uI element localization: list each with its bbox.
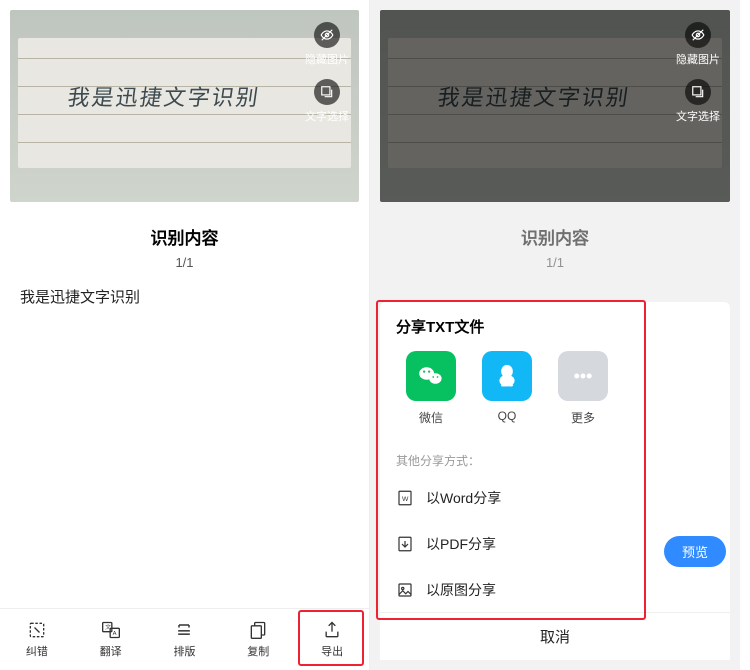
hide-image-button[interactable]: 隐藏图片	[676, 22, 720, 67]
tab-copy-label: 复制	[247, 643, 269, 659]
preview-button[interactable]: 预览	[664, 536, 726, 567]
tab-layout[interactable]: 排版	[148, 609, 222, 670]
tab-correct[interactable]: 纠错	[0, 609, 74, 670]
hide-image-label: 隐藏图片	[305, 51, 349, 67]
screen-right: 我是迅捷文字识别 隐藏图片 文字选择 识别内容 1/1 分享TXT文件	[370, 0, 740, 670]
tab-translate-label: 翻译	[100, 643, 122, 659]
paper-preview: 我是迅捷文字识别	[388, 38, 722, 168]
section-title: 识别内容	[0, 224, 369, 249]
correct-icon	[27, 620, 47, 640]
svg-text:文: 文	[105, 623, 111, 631]
tab-translate[interactable]: 文A 翻译	[74, 609, 148, 670]
tab-layout-label: 排版	[173, 643, 195, 659]
eye-off-icon	[685, 22, 711, 48]
text-select-label: 文字选择	[676, 108, 720, 124]
text-select-label: 文字选择	[305, 108, 349, 124]
copy-icon	[248, 620, 268, 640]
handwriting-text: 我是迅捷文字识别	[436, 80, 633, 112]
recognized-text: 我是迅捷文字识别	[0, 270, 369, 323]
translate-icon: 文A	[101, 620, 121, 640]
hide-image-button[interactable]: 隐藏图片	[305, 22, 349, 67]
tab-correct-label: 纠错	[26, 643, 48, 659]
svg-text:A: A	[112, 631, 116, 637]
text-select-button[interactable]: 文字选择	[676, 79, 720, 124]
highlight-export	[298, 610, 364, 666]
text-select-icon	[685, 79, 711, 105]
page-count: 1/1	[0, 255, 369, 270]
scanned-photo-dim: 我是迅捷文字识别 隐藏图片 文字选择	[380, 10, 730, 202]
screen-left: 我是迅捷文字识别 隐藏图片 文字选择 识别内容 1/1 我是迅捷文字识别	[0, 0, 370, 670]
scanned-photo: 我是迅捷文字识别 隐藏图片 文字选择	[10, 10, 359, 202]
eye-off-icon	[314, 22, 340, 48]
layout-icon	[174, 620, 194, 640]
handwriting-text: 我是迅捷文字识别	[66, 80, 263, 112]
highlight-sheet	[376, 300, 646, 620]
tab-copy[interactable]: 复制	[221, 609, 295, 670]
paper-preview: 我是迅捷文字识别	[18, 38, 351, 168]
hide-image-label: 隐藏图片	[676, 51, 720, 67]
text-select-button[interactable]: 文字选择	[305, 79, 349, 124]
text-select-icon	[314, 79, 340, 105]
